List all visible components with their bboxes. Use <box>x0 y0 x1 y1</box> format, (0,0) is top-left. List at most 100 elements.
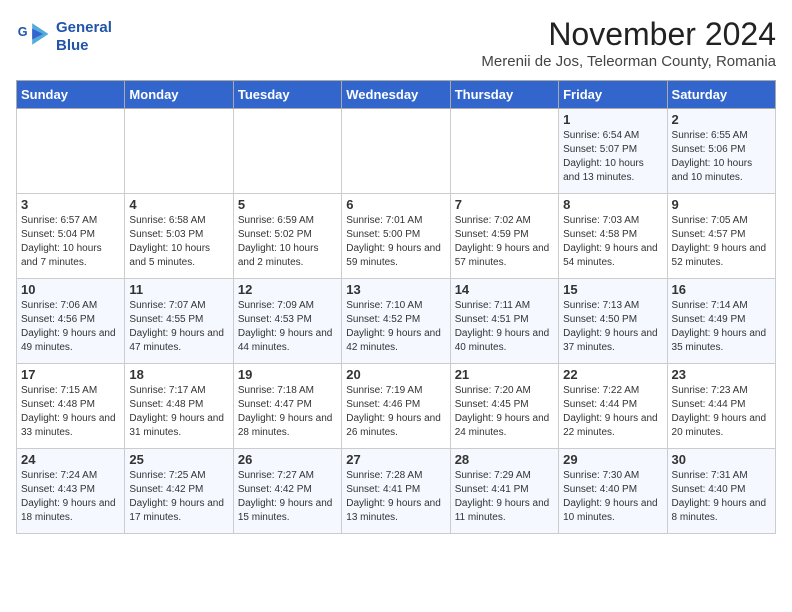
weekday-header-cell: Wednesday <box>342 81 450 109</box>
day-info: Sunrise: 6:58 AM Sunset: 5:03 PM Dayligh… <box>129 214 228 270</box>
logo-line2: Blue <box>56 37 112 55</box>
calendar-cell: 3 Sunrise: 6:57 AM Sunset: 5:04 PM Daylig… <box>17 194 125 279</box>
day-info: Sunrise: 7:31 AM Sunset: 4:40 PM Dayligh… <box>672 469 771 525</box>
calendar-cell: 12 Sunrise: 7:09 AM Sunset: 4:53 PM Dayli… <box>233 279 341 364</box>
day-info: Sunrise: 6:59 AM Sunset: 5:02 PM Dayligh… <box>238 214 337 270</box>
calendar-cell: 11 Sunrise: 7:07 AM Sunset: 4:55 PM Dayli… <box>125 279 233 364</box>
day-info: Sunrise: 6:54 AM Sunset: 5:07 PM Dayligh… <box>563 129 662 185</box>
day-number: 24 <box>21 452 120 467</box>
calendar-week-row: 17Sunrise: 7:15 AM Sunset: 4:48 PM Dayli… <box>17 364 776 449</box>
calendar-cell <box>342 109 450 194</box>
day-info: Sunrise: 7:03 AM Sunset: 4:58 PM Dayligh… <box>563 214 662 270</box>
calendar-cell <box>125 109 233 194</box>
day-number: 6 <box>346 197 445 212</box>
day-number: 21 <box>455 367 554 382</box>
calendar-week-row: 24 Sunrise: 7:24 AM Sunset: 4:43 PM Dayli… <box>17 449 776 534</box>
day-number: 25 <box>129 452 228 467</box>
calendar-cell: 4 Sunrise: 6:58 AM Sunset: 5:03 PM Daylig… <box>125 194 233 279</box>
day-info: Sunrise: 6:57 AM Sunset: 5:04 PM Dayligh… <box>21 214 120 270</box>
day-number: 1 <box>563 112 662 127</box>
day-number: 15 <box>563 282 662 297</box>
day-number: 16 <box>672 282 771 297</box>
day-info: Sunrise: 7:01 AM Sunset: 5:00 PM Dayligh… <box>346 214 445 270</box>
day-number: 17 <box>21 367 120 382</box>
day-number: 23 <box>672 367 771 382</box>
month-title: November 2024 <box>481 16 776 53</box>
calendar-week-row: 10 Sunrise: 7:06 AM Sunset: 4:56 PM Dayli… <box>17 279 776 364</box>
day-info: Sunrise: 7:13 AM Sunset: 4:50 PM Dayligh… <box>563 299 662 355</box>
calendar-cell: 29Sunrise: 7:30 AM Sunset: 4:40 PM Dayli… <box>559 449 667 534</box>
day-info: Sunrise: 7:25 AM Sunset: 4:42 PM Dayligh… <box>129 469 228 525</box>
calendar-cell: 20 Sunrise: 7:19 AM Sunset: 4:46 PM Dayli… <box>342 364 450 449</box>
day-info: Sunrise: 7:18 AM Sunset: 4:47 PM Dayligh… <box>238 384 337 440</box>
day-info: Sunrise: 7:11 AM Sunset: 4:51 PM Dayligh… <box>455 299 554 355</box>
day-info: Sunrise: 7:28 AM Sunset: 4:41 PM Dayligh… <box>346 469 445 525</box>
calendar-cell: 26 Sunrise: 7:27 AM Sunset: 4:42 PM Dayli… <box>233 449 341 534</box>
calendar-cell: 9 Sunrise: 7:05 AM Sunset: 4:57 PM Daylig… <box>667 194 775 279</box>
calendar-cell: 1 Sunrise: 6:54 AM Sunset: 5:07 PM Daylig… <box>559 109 667 194</box>
day-number: 8 <box>563 197 662 212</box>
calendar-cell: 13 Sunrise: 7:10 AM Sunset: 4:52 PM Dayli… <box>342 279 450 364</box>
day-info: Sunrise: 7:10 AM Sunset: 4:52 PM Dayligh… <box>346 299 445 355</box>
day-number: 7 <box>455 197 554 212</box>
calendar-cell: 6 Sunrise: 7:01 AM Sunset: 5:00 PM Daylig… <box>342 194 450 279</box>
calendar-cell: 10 Sunrise: 7:06 AM Sunset: 4:56 PM Dayli… <box>17 279 125 364</box>
calendar-cell: 19 Sunrise: 7:18 AM Sunset: 4:47 PM Dayli… <box>233 364 341 449</box>
calendar-cell: 21Sunrise: 7:20 AM Sunset: 4:45 PM Dayli… <box>450 364 558 449</box>
weekday-header-cell: Saturday <box>667 81 775 109</box>
day-number: 4 <box>129 197 228 212</box>
day-number: 20 <box>346 367 445 382</box>
day-info: Sunrise: 7:24 AM Sunset: 4:43 PM Dayligh… <box>21 469 120 525</box>
day-info: Sunrise: 7:17 AM Sunset: 4:48 PM Dayligh… <box>129 384 228 440</box>
day-number: 10 <box>21 282 120 297</box>
day-number: 11 <box>129 282 228 297</box>
weekday-header-cell: Sunday <box>17 81 125 109</box>
day-info: Sunrise: 7:05 AM Sunset: 4:57 PM Dayligh… <box>672 214 771 270</box>
calendar-cell: 16Sunrise: 7:14 AM Sunset: 4:49 PM Dayli… <box>667 279 775 364</box>
calendar-cell: 28Sunrise: 7:29 AM Sunset: 4:41 PM Dayli… <box>450 449 558 534</box>
calendar-cell: 5Sunrise: 6:59 AM Sunset: 5:02 PM Daylig… <box>233 194 341 279</box>
weekday-header-cell: Friday <box>559 81 667 109</box>
day-number: 9 <box>672 197 771 212</box>
day-info: Sunrise: 7:27 AM Sunset: 4:42 PM Dayligh… <box>238 469 337 525</box>
weekday-header: SundayMondayTuesdayWednesdayThursdayFrid… <box>17 81 776 109</box>
day-number: 18 <box>129 367 228 382</box>
day-number: 26 <box>238 452 337 467</box>
day-number: 19 <box>238 367 337 382</box>
day-number: 29 <box>563 452 662 467</box>
day-number: 14 <box>455 282 554 297</box>
day-info: Sunrise: 7:06 AM Sunset: 4:56 PM Dayligh… <box>21 299 120 355</box>
day-info: Sunrise: 7:19 AM Sunset: 4:46 PM Dayligh… <box>346 384 445 440</box>
day-number: 30 <box>672 452 771 467</box>
calendar-cell <box>17 109 125 194</box>
day-number: 3 <box>21 197 120 212</box>
logo-line1: General <box>56 19 112 37</box>
calendar-cell: 30 Sunrise: 7:31 AM Sunset: 4:40 PM Dayli… <box>667 449 775 534</box>
day-info: Sunrise: 6:55 AM Sunset: 5:06 PM Dayligh… <box>672 129 771 185</box>
day-info: Sunrise: 7:02 AM Sunset: 4:59 PM Dayligh… <box>455 214 554 270</box>
day-info: Sunrise: 7:29 AM Sunset: 4:41 PM Dayligh… <box>455 469 554 525</box>
calendar-cell: 23 Sunrise: 7:23 AM Sunset: 4:44 PM Dayli… <box>667 364 775 449</box>
weekday-header-cell: Monday <box>125 81 233 109</box>
location-title: Merenii de Jos, Teleorman County, Romani… <box>481 53 776 70</box>
calendar-cell: 18 Sunrise: 7:17 AM Sunset: 4:48 PM Dayli… <box>125 364 233 449</box>
day-number: 27 <box>346 452 445 467</box>
title-area: November 2024 Merenii de Jos, Teleorman … <box>481 16 776 70</box>
day-number: 12 <box>238 282 337 297</box>
svg-text:G: G <box>18 25 28 39</box>
calendar-cell: 24 Sunrise: 7:24 AM Sunset: 4:43 PM Dayli… <box>17 449 125 534</box>
calendar-cell: 2Sunrise: 6:55 AM Sunset: 5:06 PM Daylig… <box>667 109 775 194</box>
calendar-cell: 27 Sunrise: 7:28 AM Sunset: 4:41 PM Dayli… <box>342 449 450 534</box>
day-info: Sunrise: 7:09 AM Sunset: 4:53 PM Dayligh… <box>238 299 337 355</box>
day-info: Sunrise: 7:23 AM Sunset: 4:44 PM Dayligh… <box>672 384 771 440</box>
calendar-cell: 14 Sunrise: 7:11 AM Sunset: 4:51 PM Dayli… <box>450 279 558 364</box>
calendar-table: SundayMondayTuesdayWednesdayThursdayFrid… <box>16 80 776 534</box>
day-info: Sunrise: 7:22 AM Sunset: 4:44 PM Dayligh… <box>563 384 662 440</box>
calendar-cell: 7 Sunrise: 7:02 AM Sunset: 4:59 PM Daylig… <box>450 194 558 279</box>
day-number: 22 <box>563 367 662 382</box>
calendar-cell: 22 Sunrise: 7:22 AM Sunset: 4:44 PM Dayli… <box>559 364 667 449</box>
calendar-cell: 25 Sunrise: 7:25 AM Sunset: 4:42 PM Dayli… <box>125 449 233 534</box>
day-number: 13 <box>346 282 445 297</box>
day-info: Sunrise: 7:07 AM Sunset: 4:55 PM Dayligh… <box>129 299 228 355</box>
logo-text: General Blue <box>56 19 112 55</box>
